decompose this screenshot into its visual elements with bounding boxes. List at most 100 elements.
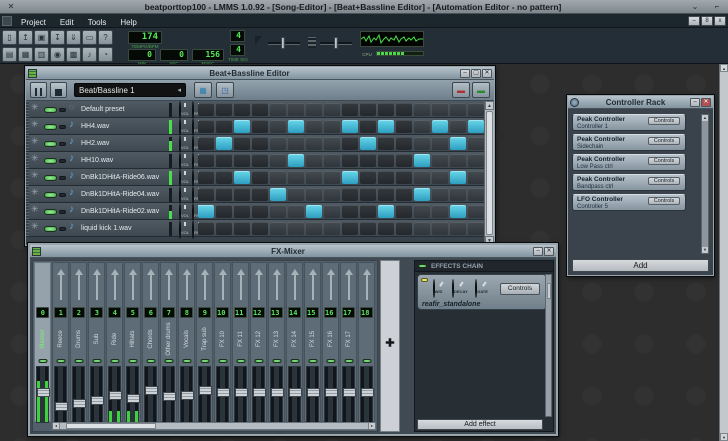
fx-channel-16[interactable]: 16FX 16 bbox=[322, 262, 339, 422]
step-cell[interactable] bbox=[414, 120, 430, 133]
volume-knob[interactable]: VOL bbox=[178, 204, 190, 222]
step-cell[interactable] bbox=[252, 103, 268, 116]
channel-fader[interactable] bbox=[252, 366, 265, 422]
step-cell[interactable] bbox=[270, 154, 286, 167]
fx-channel-18[interactable]: 18 bbox=[358, 262, 375, 422]
track-gear-icon[interactable]: ✳ bbox=[31, 187, 39, 198]
step-cell[interactable] bbox=[288, 154, 304, 167]
step-cell[interactable] bbox=[216, 137, 232, 150]
rack-close-button[interactable]: ✕ bbox=[701, 98, 711, 107]
track-name[interactable]: HH4.wav bbox=[81, 118, 167, 135]
step-cell[interactable] bbox=[234, 103, 250, 116]
step-cell[interactable] bbox=[198, 137, 214, 150]
gate-knob[interactable]: GATE bbox=[474, 280, 489, 298]
open-project-button[interactable]: ↥ bbox=[18, 30, 33, 45]
fader-handle[interactable] bbox=[127, 394, 140, 403]
channel-led[interactable] bbox=[74, 359, 83, 363]
step-cell[interactable] bbox=[342, 171, 358, 184]
track-name[interactable]: DnBk1DHitA-Ride02.wav bbox=[81, 203, 167, 220]
track-mute-led[interactable] bbox=[44, 192, 57, 198]
step-cell[interactable] bbox=[342, 154, 358, 167]
track-mute-led[interactable] bbox=[44, 107, 57, 113]
step-cell[interactable] bbox=[450, 188, 466, 201]
fx-channel-13[interactable]: 13FX 13 bbox=[268, 262, 285, 422]
step-cell[interactable] bbox=[432, 154, 448, 167]
step-cell[interactable] bbox=[414, 154, 430, 167]
song-editor-button[interactable]: ▤ bbox=[2, 47, 17, 62]
fx-channel-6[interactable]: 6Chords bbox=[142, 262, 159, 422]
scroll-left-icon[interactable]: ◂ bbox=[53, 423, 60, 429]
effect-controls-button[interactable]: Controls bbox=[500, 283, 540, 295]
fader-handle[interactable] bbox=[145, 386, 158, 395]
fader-handle[interactable] bbox=[235, 388, 248, 397]
step-cell[interactable] bbox=[468, 188, 484, 201]
track-gear-icon[interactable]: ✳ bbox=[31, 221, 39, 232]
track-mute-led[interactable] bbox=[44, 226, 57, 232]
fx-channel-1[interactable]: 1Reece bbox=[52, 262, 69, 422]
track-name[interactable]: Default preset bbox=[81, 101, 167, 118]
fx-channel-5[interactable]: 5Hihats bbox=[124, 262, 141, 422]
track-gear-icon[interactable]: ✳ bbox=[31, 204, 39, 215]
step-cell[interactable] bbox=[378, 137, 394, 150]
step-cell[interactable] bbox=[342, 205, 358, 218]
step-cell[interactable] bbox=[360, 154, 376, 167]
add-effect-button[interactable]: Add effect bbox=[417, 419, 543, 430]
pattern-combobox[interactable]: Beat/Bassline 1 ◂ bbox=[74, 83, 186, 97]
step-cell[interactable] bbox=[414, 103, 430, 116]
channel-name[interactable]: Chords bbox=[143, 320, 158, 357]
step-cell[interactable] bbox=[306, 120, 322, 133]
step-cell[interactable] bbox=[360, 137, 376, 150]
workspace-vertical-scrollbar[interactable]: ▲ ▼ bbox=[719, 64, 728, 441]
step-cell[interactable] bbox=[306, 154, 322, 167]
step-cell[interactable] bbox=[306, 188, 322, 201]
step-cell[interactable] bbox=[252, 188, 268, 201]
fader-handle[interactable] bbox=[343, 388, 356, 397]
step-cell[interactable] bbox=[450, 171, 466, 184]
step-cell[interactable] bbox=[306, 171, 322, 184]
effects-chain-scrollbar[interactable] bbox=[545, 274, 552, 417]
step-cell[interactable] bbox=[324, 120, 340, 133]
track-solo-led[interactable] bbox=[59, 108, 66, 112]
controller-item[interactable]: Peak ControllerControlsBandpass ctrl bbox=[572, 174, 686, 191]
step-cell[interactable] bbox=[288, 103, 304, 116]
mdi-window-icon[interactable] bbox=[2, 16, 12, 26]
bb-close-button[interactable]: ✕ bbox=[482, 69, 492, 78]
channel-name[interactable]: Master bbox=[35, 320, 50, 357]
play-button[interactable] bbox=[30, 82, 47, 98]
controller-controls-button[interactable]: Controls bbox=[648, 137, 680, 145]
channel-fader[interactable] bbox=[216, 366, 229, 422]
channel-name[interactable]: Trap sub bbox=[197, 320, 212, 357]
fader-handle[interactable] bbox=[361, 388, 374, 397]
step-cell[interactable] bbox=[324, 188, 340, 201]
step-cell[interactable] bbox=[360, 205, 376, 218]
fx-channel-10[interactable]: 10FX 10 bbox=[214, 262, 231, 422]
channel-fader[interactable] bbox=[234, 366, 247, 422]
controller-controls-button[interactable]: Controls bbox=[648, 197, 680, 205]
channel-led[interactable] bbox=[344, 359, 353, 363]
track-name[interactable]: liquid kick 1.wav bbox=[81, 220, 167, 237]
fader-handle[interactable] bbox=[217, 388, 230, 397]
step-cell[interactable] bbox=[270, 120, 286, 133]
track-solo-led[interactable] bbox=[59, 193, 66, 197]
window-close-icon[interactable]: ✕ bbox=[0, 2, 22, 11]
controller-rack-button[interactable]: ◔ bbox=[98, 47, 113, 62]
channel-name[interactable]: FX 16 bbox=[323, 320, 338, 357]
scroll-up-icon[interactable]: ▲ bbox=[485, 101, 494, 110]
step-cell[interactable] bbox=[216, 103, 232, 116]
mdi-close-button[interactable]: x bbox=[714, 16, 726, 26]
step-cell[interactable] bbox=[234, 188, 250, 201]
step-cell[interactable] bbox=[306, 137, 322, 150]
step-cell[interactable] bbox=[342, 188, 358, 201]
track-grip-handle[interactable] bbox=[26, 203, 29, 219]
mdi-restore-button[interactable]: 8 bbox=[701, 16, 713, 26]
step-cell[interactable] bbox=[378, 154, 394, 167]
step-cell[interactable] bbox=[468, 137, 484, 150]
effects-chain-led[interactable] bbox=[418, 264, 427, 268]
step-cell[interactable] bbox=[252, 120, 268, 133]
step-cell[interactable] bbox=[252, 171, 268, 184]
fx-channel-9[interactable]: 9Trap sub bbox=[196, 262, 213, 422]
step-cell[interactable] bbox=[414, 171, 430, 184]
channel-name[interactable]: FX 15 bbox=[305, 320, 320, 357]
fader-handle[interactable] bbox=[55, 402, 68, 411]
step-cell[interactable] bbox=[270, 222, 286, 235]
